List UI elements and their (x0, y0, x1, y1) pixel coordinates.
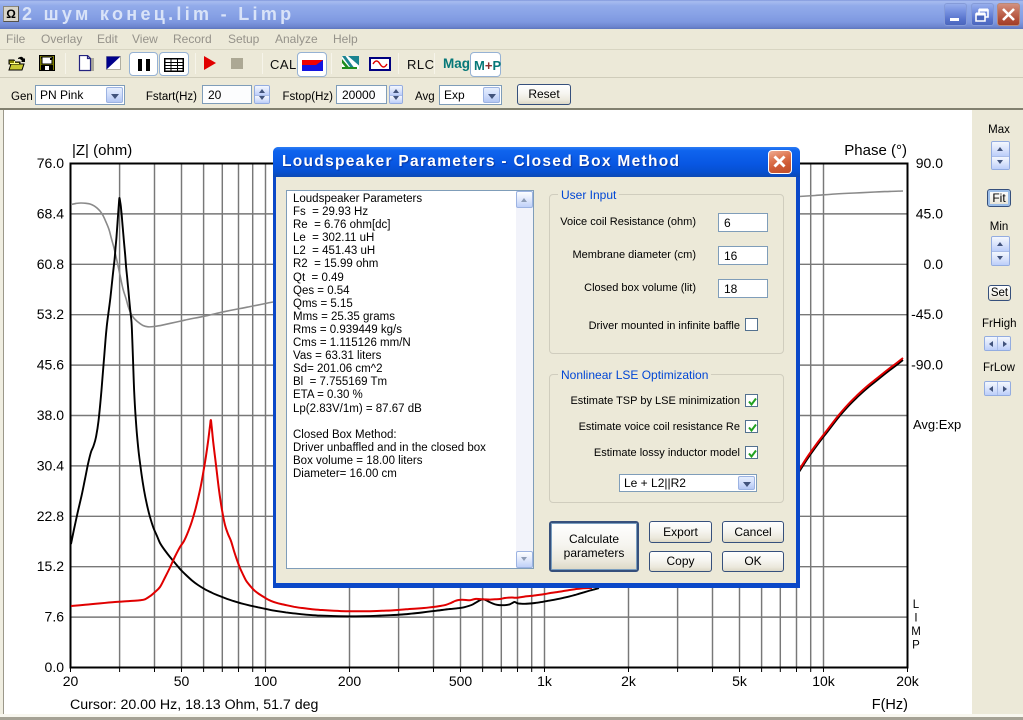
svg-text:I: I (914, 613, 917, 625)
svg-text:0.0: 0.0 (924, 256, 944, 272)
svg-text:500: 500 (449, 673, 473, 689)
svg-text:50: 50 (174, 673, 190, 689)
svg-text:2k: 2k (621, 673, 637, 689)
svg-text:7.6: 7.6 (45, 609, 65, 625)
svg-text:L: L (913, 599, 920, 611)
svg-text:-90.0: -90.0 (911, 357, 943, 373)
svg-text:Cursor: 20.00 Hz, 18.13 Ohm, 5: Cursor: 20.00 Hz, 18.13 Ohm, 51.7 deg (70, 697, 318, 713)
svg-text:53.2: 53.2 (37, 306, 64, 322)
svg-text:45.6: 45.6 (37, 357, 64, 373)
svg-text:38.0: 38.0 (37, 407, 64, 423)
svg-text:100: 100 (254, 673, 278, 689)
svg-text:|Z| (ohm): |Z| (ohm) (72, 142, 132, 159)
svg-text:15.2: 15.2 (37, 558, 64, 574)
svg-text:60.8: 60.8 (37, 256, 64, 272)
svg-text:90.0: 90.0 (916, 155, 943, 171)
svg-text:-45.0: -45.0 (911, 306, 943, 322)
svg-text:22.8: 22.8 (37, 508, 64, 524)
svg-text:68.4: 68.4 (37, 205, 64, 221)
svg-text:Phase (°): Phase (°) (844, 142, 907, 159)
svg-text:30.4: 30.4 (37, 457, 64, 473)
svg-text:45.0: 45.0 (916, 205, 943, 221)
svg-text:76.0: 76.0 (37, 155, 64, 171)
svg-text:1k: 1k (537, 673, 553, 689)
svg-text:20k: 20k (896, 673, 920, 689)
svg-text:20: 20 (63, 673, 79, 689)
svg-text:P: P (912, 640, 920, 652)
svg-text:Avg:Exp: Avg:Exp (913, 417, 961, 432)
svg-text:M: M (911, 626, 921, 638)
svg-text:5k: 5k (732, 673, 748, 689)
svg-text:10k: 10k (812, 673, 836, 689)
svg-text:0.0: 0.0 (45, 659, 65, 675)
svg-text:F(Hz): F(Hz) (872, 697, 908, 713)
svg-text:200: 200 (338, 673, 362, 689)
